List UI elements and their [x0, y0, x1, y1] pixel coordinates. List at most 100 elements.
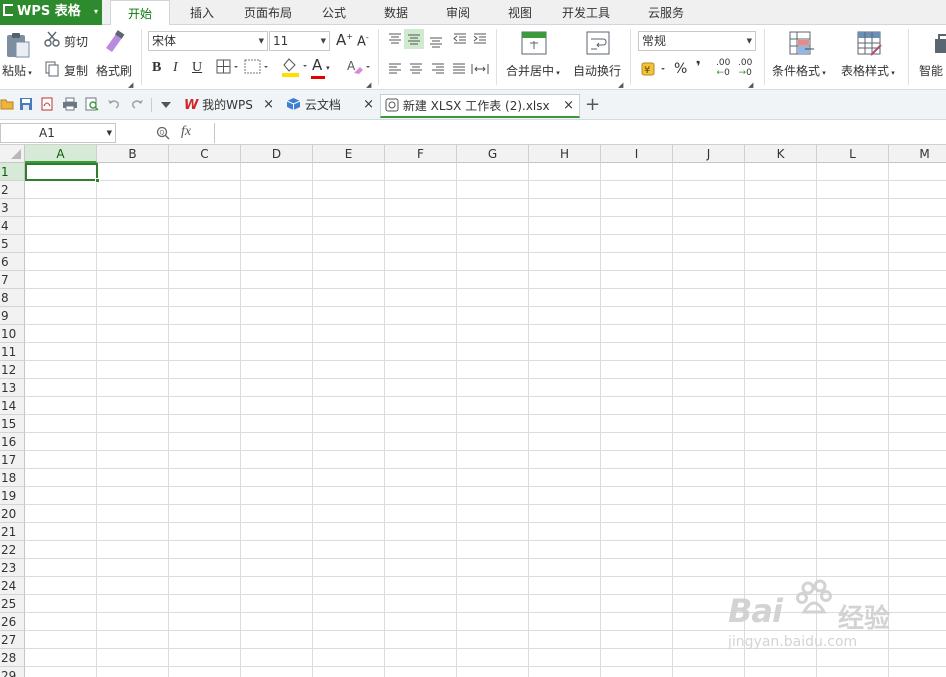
- active-cell-a1[interactable]: [25, 163, 100, 183]
- customize-quick-access-icon[interactable]: [160, 101, 172, 109]
- smart-toolbox-button[interactable]: 智能: [919, 62, 943, 79]
- close-icon[interactable]: ×: [263, 94, 274, 116]
- cut-button[interactable]: 剪切: [64, 33, 88, 50]
- row-header-20[interactable]: 20: [0, 505, 25, 523]
- dialog-launcher-icon[interactable]: ◢: [618, 81, 623, 89]
- column-header-k[interactable]: K: [745, 145, 817, 163]
- column-header-a[interactable]: A: [25, 145, 97, 163]
- close-icon[interactable]: ×: [563, 95, 574, 117]
- tab-data[interactable]: 数据: [374, 0, 418, 25]
- print-preview-icon[interactable]: [85, 97, 99, 111]
- font-name-select[interactable]: 宋体 ▼: [148, 31, 268, 51]
- row-header-15[interactable]: 15: [0, 415, 25, 433]
- align-left-icon[interactable]: [387, 62, 403, 76]
- percent-button[interactable]: %: [674, 61, 687, 77]
- column-header-f[interactable]: F: [385, 145, 457, 163]
- fill-color-button[interactable]: [280, 56, 310, 81]
- close-icon[interactable]: ×: [363, 94, 374, 116]
- smart-toolbox-icon[interactable]: [934, 33, 946, 57]
- conditional-format-icon[interactable]: [789, 31, 815, 57]
- row-header-3[interactable]: 3: [0, 199, 25, 217]
- row-header-28[interactable]: 28: [0, 649, 25, 667]
- copy-button[interactable]: 复制: [64, 62, 88, 79]
- undo-icon[interactable]: [107, 97, 121, 111]
- justify-icon[interactable]: [451, 62, 467, 76]
- borders-button[interactable]: [216, 59, 240, 78]
- font-color-button[interactable]: A ▾: [311, 56, 330, 79]
- row-header-25[interactable]: 25: [0, 595, 25, 613]
- align-center-icon[interactable]: [408, 62, 424, 76]
- row-header-12[interactable]: 12: [0, 361, 25, 379]
- merge-center-button[interactable]: 合并居中 ▾: [506, 62, 560, 79]
- tab-review[interactable]: 审阅: [436, 0, 480, 25]
- comma-style-button[interactable]: ❜: [696, 59, 701, 75]
- wrap-text-button[interactable]: 自动换行: [573, 62, 621, 79]
- row-header-13[interactable]: 13: [0, 379, 25, 397]
- doc-tab-active-workbook[interactable]: 新建 XLSX 工作表 (2).xlsx ×: [380, 94, 580, 118]
- copy-icon[interactable]: [44, 61, 60, 77]
- bold-button[interactable]: B: [152, 60, 161, 76]
- increase-decimal-button[interactable]: .00 ←0: [716, 58, 730, 78]
- format-painter-button[interactable]: 格式刷: [96, 62, 132, 79]
- dialog-launcher-icon[interactable]: ◢: [128, 81, 133, 89]
- align-top-icon[interactable]: [387, 32, 403, 46]
- row-header-5[interactable]: 5: [0, 235, 25, 253]
- row-header-27[interactable]: 27: [0, 631, 25, 649]
- align-bottom-icon[interactable]: [428, 34, 444, 48]
- export-pdf-icon[interactable]: [40, 97, 54, 111]
- column-header-h[interactable]: H: [529, 145, 601, 163]
- row-header-2[interactable]: 2: [0, 181, 25, 199]
- row-header-29[interactable]: 29: [0, 667, 25, 677]
- fill-pattern-button[interactable]: [244, 59, 272, 78]
- font-size-select[interactable]: 11 ▼: [269, 31, 330, 51]
- row-header-11[interactable]: 11: [0, 343, 25, 361]
- row-header-26[interactable]: 26: [0, 613, 25, 631]
- row-header-8[interactable]: 8: [0, 289, 25, 307]
- row-header-17[interactable]: 17: [0, 451, 25, 469]
- row-header-19[interactable]: 19: [0, 487, 25, 505]
- row-header-9[interactable]: 9: [0, 307, 25, 325]
- zoom-search-icon[interactable]: Q: [156, 126, 170, 140]
- dialog-launcher-icon[interactable]: ◢: [366, 81, 371, 89]
- clear-format-button[interactable]: A: [346, 58, 372, 79]
- align-right-icon[interactable]: [430, 62, 446, 76]
- underline-button[interactable]: U: [192, 60, 202, 76]
- fill-handle[interactable]: [95, 178, 100, 183]
- column-header-j[interactable]: J: [673, 145, 745, 163]
- increase-indent-icon[interactable]: [472, 32, 488, 46]
- wrap-text-icon[interactable]: [586, 31, 610, 55]
- row-header-23[interactable]: 23: [0, 559, 25, 577]
- tab-home[interactable]: 开始: [110, 0, 170, 26]
- print-icon[interactable]: [62, 97, 78, 111]
- save-icon[interactable]: [19, 97, 33, 111]
- format-painter-icon[interactable]: [102, 30, 126, 54]
- column-header-g[interactable]: G: [457, 145, 529, 163]
- row-header-7[interactable]: 7: [0, 271, 25, 289]
- select-all-corner[interactable]: [0, 145, 25, 163]
- italic-button[interactable]: I: [173, 60, 178, 76]
- currency-button[interactable]: ¥: [641, 60, 669, 81]
- font-shrink-button[interactable]: A-: [357, 33, 369, 49]
- row-header-18[interactable]: 18: [0, 469, 25, 487]
- column-header-b[interactable]: B: [97, 145, 169, 163]
- paste-button[interactable]: 粘贴 ▾: [2, 62, 32, 79]
- app-menu-button[interactable]: WPS 表格 ▾: [0, 0, 102, 25]
- tab-view[interactable]: 视图: [498, 0, 542, 25]
- row-header-6[interactable]: 6: [0, 253, 25, 271]
- tab-page-layout[interactable]: 页面布局: [236, 0, 300, 25]
- column-header-e[interactable]: E: [313, 145, 385, 163]
- scissors-icon[interactable]: [44, 31, 60, 47]
- formula-input[interactable]: [214, 123, 946, 143]
- dialog-launcher-icon[interactable]: ◢: [748, 81, 753, 89]
- distributed-align-icon[interactable]: [471, 62, 489, 76]
- insert-function-button[interactable]: fx: [181, 124, 191, 140]
- name-box[interactable]: A1 ▼: [0, 123, 116, 143]
- align-middle-icon[interactable]: [404, 29, 424, 49]
- row-header-14[interactable]: 14: [0, 397, 25, 415]
- open-folder-icon[interactable]: [0, 97, 14, 111]
- tab-insert[interactable]: 插入: [180, 0, 224, 25]
- decrease-decimal-button[interactable]: .00 →0: [738, 58, 752, 78]
- column-header-l[interactable]: L: [817, 145, 889, 163]
- column-header-d[interactable]: D: [241, 145, 313, 163]
- row-header-4[interactable]: 4: [0, 217, 25, 235]
